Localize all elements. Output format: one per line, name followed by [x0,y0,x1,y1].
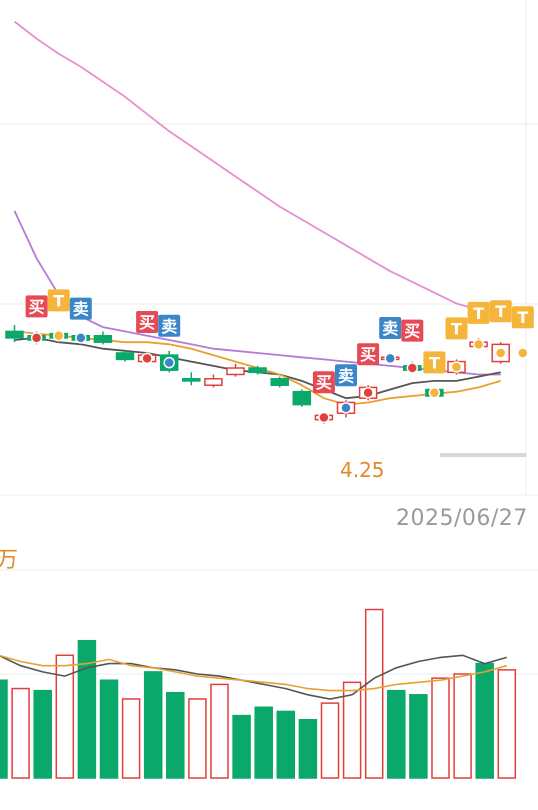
t-signal-dot [517,347,529,359]
price-panel: 买 T 卖买 卖买 卖买卖 买TTT T T [5,20,534,424]
volume-bar [232,714,251,779]
volume-bar [497,669,517,779]
buy-signal-dot [318,411,330,424]
candle-body [226,367,245,376]
candle-body [5,330,24,339]
volume-bar [276,710,296,779]
volume-bar [387,689,406,779]
volume-bar [33,689,52,779]
t-signal-dot [472,338,485,351]
volume-bar [364,608,384,779]
volume-bar [99,679,119,779]
buy-signal-text: 买 [139,313,155,332]
buy-signal-dot [30,332,43,344]
low-price-label: 4.25 [340,458,385,482]
t-signal-text: T [451,319,462,338]
volume-bar [188,698,207,779]
buy-signal-text: 买 [360,345,376,364]
t-signal-text: T [517,308,528,327]
volume-bar [475,662,494,779]
volume-bar [409,694,428,779]
buy-signal-dot [141,352,153,365]
ma_pink-line [13,20,501,316]
t-signal-text: T [495,302,506,321]
t-signal-text: T [473,304,484,323]
t-signal-dot [428,387,441,399]
volume-bar [210,683,229,779]
sell-signal-text: 卖 [73,300,89,319]
t-signal-dot [450,361,463,373]
volume-bar [298,719,318,779]
sell-signal-dot [163,356,175,369]
volume-bar [166,691,185,779]
candle-body [292,390,312,406]
t-signal-text: T [429,353,440,372]
candle-body [182,378,201,382]
stock-chart: 买 T 卖买 卖买 卖买卖 买TTT T T [0,0,538,779]
sell-signal-dot [340,402,352,414]
buy-signal-dot [362,387,374,399]
volume-ma_orange-line [0,654,508,692]
sell-signal-dot [75,332,87,344]
volume-bar [254,706,273,779]
volume-bar [11,687,30,779]
volume-bar [121,698,141,779]
sell-signal-dot [384,352,396,365]
candle-body [270,378,289,386]
candle-body [93,334,113,343]
buy-signal-text: 买 [404,322,420,341]
volume-panel [0,608,517,779]
candle-body [248,367,267,374]
volume-bar [77,639,97,779]
volume-unit-label: 万 [0,548,19,573]
volume-ma_gray-line [0,654,508,700]
t-signal-dot [494,347,507,359]
buy-signal-text: 买 [316,373,332,392]
volume-bar [431,677,450,779]
volume-bar [320,702,340,779]
t-signal-text: T [53,291,64,310]
candle-body [204,378,223,386]
volume-bar [453,673,472,779]
t-signal-dot [52,329,65,342]
sell-signal-text: 卖 [382,319,398,338]
buy-signal-dot [406,362,419,374]
sell-signal-text: 卖 [338,366,354,385]
sell-signal-text: 卖 [161,317,177,336]
candle-body [115,352,135,361]
ma_purple-line [13,210,501,376]
date-label: 2025/06/27 [396,506,528,531]
volume-bar [143,671,163,779]
buy-signal-text: 买 [29,297,45,316]
volume-bar [0,679,8,779]
